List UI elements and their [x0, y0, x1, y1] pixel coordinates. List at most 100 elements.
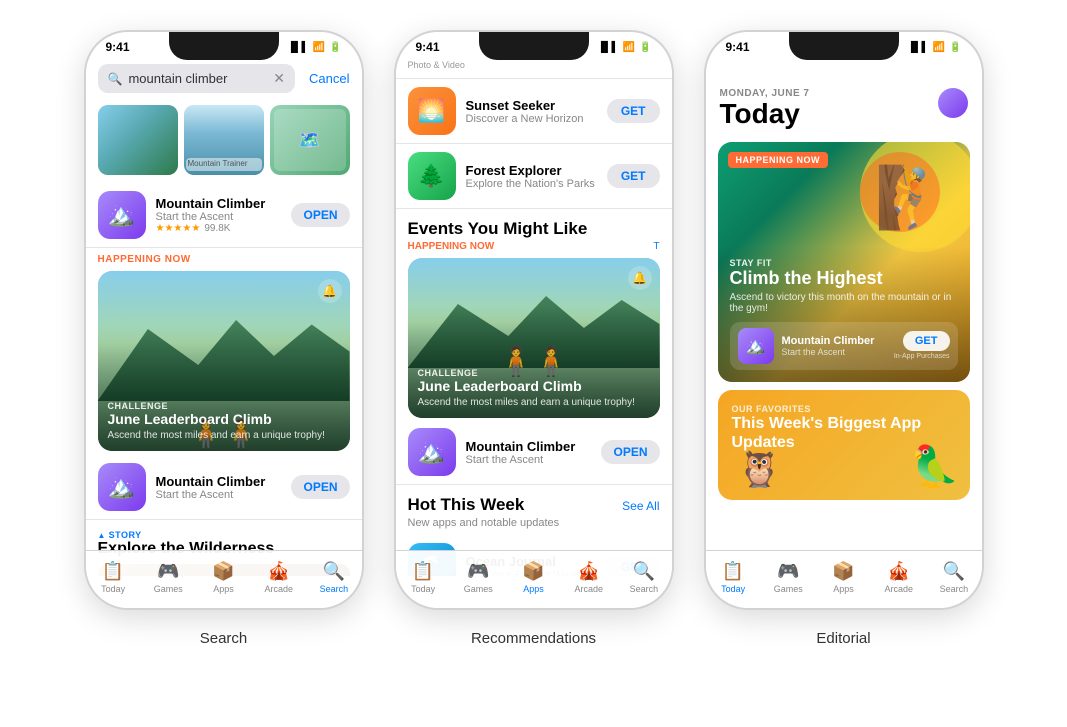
- event-app-row-search[interactable]: 🏔️ Mountain Climber Start the Ascent OPE…: [86, 455, 362, 520]
- favorites-card-ed[interactable]: OUR FAVORITES This Week's Biggest App Up…: [718, 390, 970, 500]
- app-result-mountain[interactable]: 🏔️ Mountain Climber Start the Ascent ★★★…: [86, 183, 362, 248]
- event-app-icon-rec: 🏔️: [408, 428, 456, 476]
- tab-apps-search[interactable]: 📦 Apps: [196, 561, 251, 594]
- in-app-label-ed: In-App Purchases: [894, 353, 950, 360]
- app-info-forest: Forest Explorer Explore the Nation's Par…: [466, 163, 597, 190]
- event-app-name-rec: Mountain Climber: [466, 439, 592, 454]
- notch: [169, 32, 279, 60]
- event-app-info-search: Mountain Climber Start the Ascent: [156, 474, 282, 501]
- search-scroll-area: 🔍 mountain climber ✕ Cancel: [86, 58, 362, 576]
- featured-app-row-ed[interactable]: 🏔️ Mountain Climber Start the Ascent GET…: [730, 322, 958, 370]
- tab-today-ed[interactable]: 📋 Today: [706, 561, 761, 594]
- apps-tab-label: Apps: [213, 584, 234, 594]
- featured-app-sub-ed: Start the Ascent: [782, 347, 886, 357]
- status-icons-ed: ▐▌▌ 📶 🔋: [907, 42, 961, 53]
- suggestion-card-2[interactable]: Mountain Trainer: [184, 105, 264, 175]
- games-tab-icon-ed: 🎮: [777, 561, 799, 582]
- bell-icon-rec[interactable]: 🔔: [628, 266, 652, 290]
- app-result-sunset[interactable]: 🌅 Sunset Seeker Discover a New Horizon G…: [396, 79, 672, 144]
- tab-arcade-search[interactable]: 🎪 Arcade: [251, 561, 306, 594]
- get-button-forest[interactable]: GET: [607, 164, 660, 188]
- tab-search-rec[interactable]: 🔍 Search: [616, 561, 671, 594]
- apps-tab-icon-ed: 📦: [832, 561, 854, 582]
- games-tab-label-rec: Games: [464, 584, 493, 594]
- apps-tab-icon-active-rec: 📦: [522, 561, 544, 582]
- tab-today-rec[interactable]: 📋 Today: [396, 561, 451, 594]
- tab-games-search[interactable]: 🎮 Games: [141, 561, 196, 594]
- tab-today-search[interactable]: 📋 Today: [86, 561, 141, 594]
- hot-section-subtitle: New apps and notable updates: [396, 517, 672, 535]
- see-all-events[interactable]: T: [653, 241, 659, 252]
- battery-icon: 🔋: [329, 42, 341, 53]
- event-card-overlay-rec: CHALLENGE June Leaderboard Climb Ascend …: [408, 358, 660, 418]
- climber-figure-ed: 🧗: [875, 162, 950, 233]
- avatar-ed[interactable]: [938, 88, 968, 118]
- app-result-forest[interactable]: 🌲 Forest Explorer Explore the Nation's P…: [396, 144, 672, 209]
- tab-apps-ed[interactable]: 📦 Apps: [816, 561, 871, 594]
- tab-games-rec[interactable]: 🎮 Games: [451, 561, 506, 594]
- phones-container: 9:41 ▐▌▌ 📶 🔋 🔍 mountain climber: [84, 30, 984, 647]
- tab-search-ed[interactable]: 🔍 Search: [926, 561, 981, 594]
- get-button-sunset[interactable]: GET: [607, 99, 660, 123]
- app-name-forest: Forest Explorer: [466, 163, 597, 178]
- open-button-mountain[interactable]: OPEN: [291, 203, 349, 227]
- signal-icon-rec: ▐▌▌: [597, 42, 618, 53]
- event-open-button-search[interactable]: OPEN: [291, 475, 349, 499]
- app-name-sunset: Sunset Seeker: [466, 98, 597, 113]
- featured-app-icon-ed: 🏔️: [738, 328, 774, 364]
- story-label: STORY: [98, 530, 350, 540]
- search-input-text: mountain climber: [128, 71, 267, 86]
- app-name-mountain: Mountain Climber: [156, 196, 282, 211]
- today-title-ed: Today: [720, 99, 968, 130]
- search-tab-icon-rec: 🔍: [633, 561, 655, 582]
- suggestion-card-3[interactable]: 🗺️: [270, 105, 350, 175]
- search-bar[interactable]: 🔍 mountain climber ✕: [98, 64, 296, 93]
- status-icons-search: ▐▌▌ 📶 🔋: [287, 42, 341, 53]
- event-title-search: June Leaderboard Climb: [108, 411, 340, 428]
- recommendations-phone-frame: 9:41 ▐▌▌ 📶 🔋 Photo & Video 🌅: [394, 30, 674, 610]
- status-time-search: 9:41: [106, 40, 130, 54]
- status-time-rec: 9:41: [416, 40, 440, 54]
- app-subtitle-mountain: Start the Ascent: [156, 211, 282, 223]
- battery-icon-rec: 🔋: [639, 42, 651, 53]
- tab-games-ed[interactable]: 🎮 Games: [761, 561, 816, 594]
- search-cancel-button[interactable]: Cancel: [309, 71, 349, 86]
- today-tab-label-rec: Today: [411, 584, 435, 594]
- featured-main-desc-ed: Ascend to victory this month on the moun…: [730, 292, 958, 314]
- app-reviews-mountain: 99.8K: [204, 223, 230, 234]
- today-tab-icon-active-ed: 📋: [722, 561, 744, 582]
- get-button-featured-ed[interactable]: GET: [903, 331, 950, 351]
- event-app-name-search: Mountain Climber: [156, 474, 282, 489]
- editorial-phone-inner: 9:41 ▐▌▌ 📶 🔋 MONDAY, JUNE 7 Today: [706, 32, 982, 608]
- tab-bar-rec: 📋 Today 🎮 Games 📦 Apps 🎪 Arcade: [396, 550, 672, 608]
- event-card-rec[interactable]: 🧍🧍 🔔 CHALLENGE June Leaderboard Climb As…: [408, 258, 660, 418]
- tab-arcade-ed[interactable]: 🎪 Arcade: [871, 561, 926, 594]
- status-icons-rec: ▐▌▌ 📶 🔋: [597, 42, 651, 53]
- event-open-button-rec[interactable]: OPEN: [601, 440, 659, 464]
- hot-see-all[interactable]: See All: [622, 499, 659, 513]
- apps-tab-label-active-rec: Apps: [523, 584, 544, 594]
- recommendations-phone-section: 9:41 ▐▌▌ 📶 🔋 Photo & Video 🌅: [394, 30, 674, 647]
- featured-card-ed[interactable]: 🧗 HAPPENING NOW STAY FIT Climb the Highe…: [718, 142, 970, 382]
- search-clear-icon[interactable]: ✕: [273, 70, 285, 87]
- suggestion-card-1[interactable]: [98, 105, 178, 175]
- event-app-icon-mountain: 🏔️: [98, 463, 146, 511]
- app-icon-sunset-seeker: 🌅: [408, 87, 456, 135]
- featured-main-title-ed: Climb the Highest: [730, 268, 958, 290]
- tab-arcade-rec[interactable]: 🎪 Arcade: [561, 561, 616, 594]
- tab-apps-rec[interactable]: 📦 Apps: [506, 561, 561, 594]
- notch-ed: [789, 32, 899, 60]
- search-magnifier-icon: 🔍: [108, 72, 123, 86]
- event-app-row-rec[interactable]: 🏔️ Mountain Climber Start the Ascent OPE…: [396, 420, 672, 485]
- arcade-tab-label-rec: Arcade: [574, 584, 603, 594]
- arcade-tab-icon-ed: 🎪: [888, 561, 910, 582]
- today-tab-label-active-ed: Today: [721, 584, 745, 594]
- event-desc-rec: Ascend the most miles and earn a unique …: [418, 397, 650, 408]
- apps-tab-label-ed: Apps: [833, 584, 854, 594]
- event-card-search[interactable]: 🧍🧍 🔔 CHALLENGE June Leaderboard Climb As…: [98, 271, 350, 451]
- wifi-icon: 📶: [313, 42, 325, 53]
- wifi-icon-rec: 📶: [623, 42, 635, 53]
- event-app-subtitle-search: Start the Ascent: [156, 489, 282, 501]
- tab-search-search[interactable]: 🔍 Search: [306, 561, 361, 594]
- bell-icon-search[interactable]: 🔔: [318, 279, 342, 303]
